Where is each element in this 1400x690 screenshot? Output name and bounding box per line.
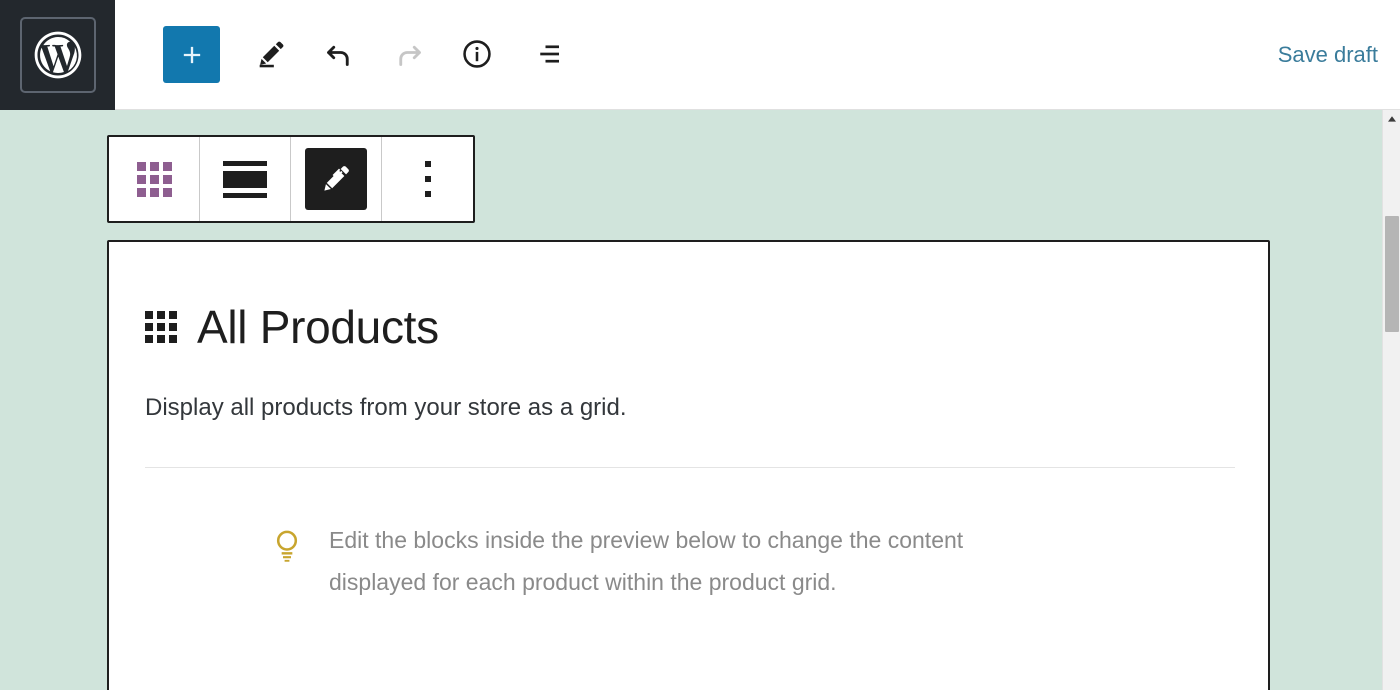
details-button[interactable] xyxy=(449,26,505,82)
tip-text: Edit the blocks inside the preview below… xyxy=(329,527,964,595)
redo-arrow-icon xyxy=(399,45,421,66)
redo-button[interactable] xyxy=(381,26,437,82)
tip-row: Edit the blocks inside the preview below… xyxy=(145,520,1232,603)
divider xyxy=(145,467,1235,469)
edit-mode-button[interactable] xyxy=(243,26,299,82)
change-alignment-button[interactable] xyxy=(200,137,291,221)
triangle-up-icon xyxy=(1388,116,1396,122)
edit-block-active-state xyxy=(305,148,367,210)
plus-icon xyxy=(183,46,200,63)
editor-canvas: All Products Display all products from y… xyxy=(0,110,1400,690)
page-title: All Products xyxy=(197,301,439,353)
save-draft-button[interactable]: Save draft xyxy=(1272,38,1384,72)
pencil-icon xyxy=(259,41,284,68)
pencil-icon xyxy=(324,166,349,191)
undo-button[interactable] xyxy=(311,26,367,82)
block-type-all-products-button[interactable] xyxy=(109,137,200,221)
wordpress-logo-button[interactable] xyxy=(0,0,115,110)
wordpress-logo-icon xyxy=(19,17,96,93)
block-heading: All Products xyxy=(145,304,1232,350)
wordpress-block-editor: Save draft All Products Display all prod… xyxy=(0,0,1400,690)
undo-arrow-icon xyxy=(327,45,349,66)
align-wide-icon xyxy=(223,160,267,198)
more-options-button[interactable] xyxy=(382,137,473,221)
lightbulb-icon xyxy=(271,526,303,571)
add-block-button[interactable] xyxy=(163,26,220,83)
scrollbar-thumb[interactable] xyxy=(1385,216,1399,332)
edit-block-button[interactable] xyxy=(291,137,382,221)
list-view-button[interactable] xyxy=(519,26,575,82)
list-view-icon xyxy=(540,45,559,63)
block-description: Display all products from your store as … xyxy=(145,394,627,421)
editor-top-bar: Save draft xyxy=(0,0,1400,110)
grid-3x3-icon xyxy=(145,311,177,343)
block-toolbar xyxy=(107,135,475,223)
grid-3x3-icon xyxy=(136,161,172,197)
all-products-block-placeholder[interactable]: All Products Display all products from y… xyxy=(107,240,1270,690)
info-circle-icon xyxy=(463,40,491,68)
three-dots-vertical-icon xyxy=(424,161,431,197)
scroll-up-button[interactable] xyxy=(1383,110,1400,128)
vertical-scrollbar[interactable] xyxy=(1382,110,1400,690)
